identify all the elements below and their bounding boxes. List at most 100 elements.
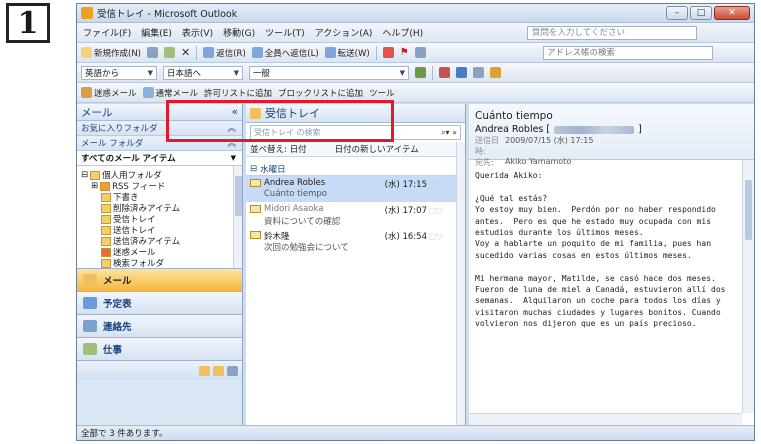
shortcuts-icon[interactable] xyxy=(227,365,238,376)
junk-folder-icon xyxy=(101,247,111,257)
address-search-input[interactable]: アドレス帳の検索 xyxy=(543,46,713,60)
message-subject: Cuánto tiempo xyxy=(475,110,553,122)
nav-mail-button[interactable]: メール xyxy=(77,269,242,292)
forward-button[interactable]: 転送(W) xyxy=(324,47,370,59)
group-header-wednesday[interactable]: ⊟ 水曜日 xyxy=(246,163,465,176)
standard-toolbar: 新規作成(N) ✕ 返信(R) 全員へ返信(L) 転送(W) ⚑ アドレス帳の検… xyxy=(77,43,754,63)
not-junk-icon xyxy=(142,87,154,98)
settings-icon[interactable] xyxy=(490,67,501,78)
zoom-icon[interactable] xyxy=(473,67,484,78)
question-input[interactable]: 質問を入力してください xyxy=(527,26,697,40)
step-number-badge: 1 xyxy=(6,3,50,43)
flag-icon: □▽ xyxy=(429,180,443,189)
minimize-button[interactable]: – xyxy=(666,6,688,20)
tasks-icon xyxy=(83,343,97,355)
nav-calendar-button[interactable]: 予定表 xyxy=(77,292,242,315)
translation-toolbar: 英語から ▼ 日本語へ ▼ 一般 ▼ xyxy=(77,63,754,83)
translate-icon[interactable] xyxy=(415,67,426,78)
highlight-box xyxy=(166,100,394,142)
search-icon: ⌕▾ » xyxy=(441,127,457,137)
menu-view[interactable]: 表示(V) xyxy=(182,26,213,39)
message-row[interactable]: 鈴木隆 次回の勉強会について (水) 16:54 □▽ xyxy=(246,228,465,254)
window-title: 受信トレイ - Microsoft Outlook xyxy=(97,9,238,20)
new-mail-icon xyxy=(81,47,92,58)
envelope-icon xyxy=(250,179,261,187)
reply-all-icon xyxy=(251,47,263,58)
reply-all-button[interactable]: 全員へ返信(L) xyxy=(251,47,319,59)
folder-search[interactable]: 検索フォルダ xyxy=(101,257,164,269)
translation-mode-select[interactable]: 一般 ▼ xyxy=(249,65,409,80)
folder-tree: ⊟ 個人用フォルダ ⊞ RSS フィード 下書き 削除済みアイテム 受信トレイ 送信… xyxy=(77,166,242,269)
folder-icon xyxy=(101,203,111,213)
recipient: Akiko Yamamoto xyxy=(505,157,572,166)
menu-edit[interactable]: 編集(E) xyxy=(141,26,172,39)
calendar-icon xyxy=(83,297,97,309)
status-bar: 全部で 3 件あります。 xyxy=(77,425,754,440)
title-bar: 受信トレイ - Microsoft Outlook – □ ✕ xyxy=(77,4,754,23)
all-mail-items-select[interactable]: すべてのメール アイテム ▼ xyxy=(77,151,242,166)
menu-go[interactable]: 移動(G) xyxy=(223,26,255,39)
maximize-button[interactable]: □ xyxy=(690,6,712,20)
print-icon[interactable] xyxy=(147,47,158,58)
contacts-icon xyxy=(83,320,97,332)
folder-icon xyxy=(101,236,111,246)
menu-help[interactable]: ヘルプ(H) xyxy=(382,26,423,39)
dictionary-icon[interactable] xyxy=(456,67,467,78)
folder-scrollbar[interactable] xyxy=(233,166,242,268)
address-book-icon[interactable] xyxy=(414,47,426,58)
nav-contacts-button[interactable]: 連絡先 xyxy=(77,315,242,338)
menu-tools[interactable]: ツール(T) xyxy=(265,26,305,39)
add-block-list-button[interactable]: ブロックリストに追加 xyxy=(278,87,363,99)
junk-tools-menu[interactable]: ツール xyxy=(369,87,395,99)
move-folder-icon[interactable] xyxy=(164,47,175,58)
message-body: Querida Akiko: ¿Qué tal estás? Yo estoy … xyxy=(475,171,726,329)
sent-date: 2009/07/15 (水) 17:15 xyxy=(505,136,594,145)
close-button[interactable]: ✕ xyxy=(714,6,750,20)
categorize-icon[interactable] xyxy=(382,47,394,58)
new-button[interactable]: 新規作成(N) xyxy=(81,47,141,59)
notes-icon[interactable] xyxy=(199,365,210,376)
message-row[interactable]: Midori Asaoka 資料についての確認 (水) 17:07 □▽ xyxy=(246,202,465,228)
nav-shortcuts xyxy=(77,361,242,380)
redacted-address xyxy=(554,125,635,134)
menu-bar: ファイル(F) 編集(E) 表示(V) 移動(G) ツール(T) アクション(A… xyxy=(77,23,754,43)
navigation-pane: メール « お気に入りフォルダ ︽ メール フォルダ ︽ すべてのメール アイテム ▼ … xyxy=(77,104,243,425)
add-safe-list-button[interactable]: 許可リストに追加 xyxy=(204,87,272,99)
follow-up-flag-icon[interactable]: ⚑ xyxy=(400,47,409,58)
reading-pane: Cuánto tiempo Andrea Robles [] 送信日時: 2009… xyxy=(469,104,754,425)
folder-icon xyxy=(90,170,101,180)
forward-icon xyxy=(324,47,336,58)
menu-actions[interactable]: アクション(A) xyxy=(315,26,373,39)
rss-icon xyxy=(100,181,111,191)
reading-scrollbar[interactable] xyxy=(742,160,754,413)
reply-button[interactable]: 返信(R) xyxy=(203,47,246,59)
folder-icon xyxy=(101,225,111,235)
target-language-select[interactable]: 日本語へ ▼ xyxy=(163,65,243,80)
message-row[interactable]: Andrea Robles Cuánto tiempo (水) 17:15 □▽ xyxy=(246,176,465,202)
outlook-app-icon xyxy=(81,7,93,19)
outlook-window: 受信トレイ - Microsoft Outlook – □ ✕ ファイル(F) … xyxy=(76,3,755,441)
reading-hscrollbar[interactable] xyxy=(469,413,742,425)
envelope-icon xyxy=(250,231,261,239)
junk-icon xyxy=(81,87,92,98)
source-language-select[interactable]: 英語から ▼ xyxy=(81,65,157,80)
list-scrollbar[interactable] xyxy=(456,142,465,425)
folder-icon xyxy=(101,192,111,202)
not-junk-button[interactable]: 通常メール xyxy=(142,87,198,99)
folder-list-icon[interactable] xyxy=(213,365,224,376)
message-header: Cuánto tiempo Andrea Robles [] 送信日時: 2009… xyxy=(469,104,754,167)
mail-icon xyxy=(83,274,97,286)
folder-icon xyxy=(101,214,111,224)
nav-tasks-button[interactable]: 仕事 xyxy=(77,338,242,361)
message-sender[interactable]: Andrea Robles [] xyxy=(475,124,748,135)
delete-icon[interactable]: ✕ xyxy=(181,46,190,59)
arrange-by-bar[interactable]: 並べ替え: 日付 日付の新しいアイテム xyxy=(246,142,465,157)
envelope-icon xyxy=(250,205,261,213)
junk-mail-button[interactable]: 迷惑メール xyxy=(81,87,137,99)
translation-tool-icon[interactable] xyxy=(439,67,450,78)
message-list-pane: 受信トレイ 受信トレイ の検索 ⌕▾ » 並べ替え: 日付 日付の新しいアイテム ⊟… xyxy=(246,104,466,425)
search-folder-icon xyxy=(101,258,111,268)
flag-icon: □▽ xyxy=(429,232,443,241)
menu-file[interactable]: ファイル(F) xyxy=(83,26,131,39)
reply-icon xyxy=(203,47,215,58)
